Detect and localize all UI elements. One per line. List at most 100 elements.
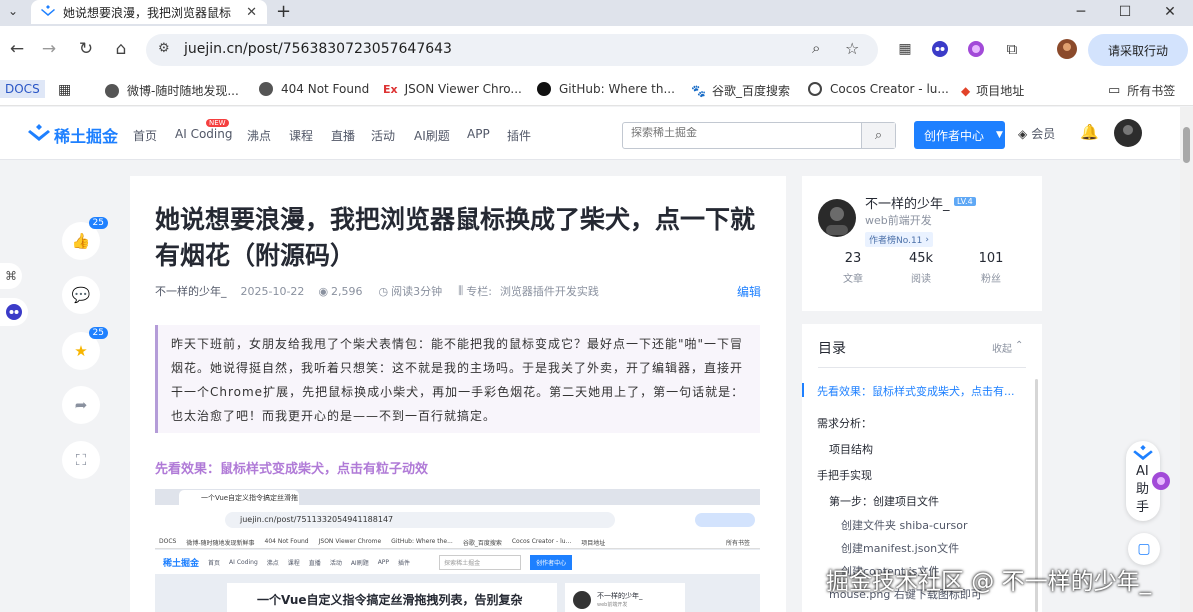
author-name[interactable]: 不一样的少年_ <box>865 193 950 212</box>
user-avatar[interactable] <box>1114 119 1142 151</box>
extension-brain-icon[interactable] <box>961 34 991 64</box>
minimize-icon[interactable]: ─ <box>1059 0 1103 24</box>
nav-live[interactable]: 直播 <box>331 127 355 144</box>
nav-plugins[interactable]: 插件 <box>507 127 531 144</box>
extension-doubao-icon[interactable] <box>925 34 955 64</box>
site-info-icon[interactable]: ⚙ <box>158 41 170 56</box>
article-title: 她说想要浪漫，我把浏览器鼠标换成了柴犬，点一下就有烟花（附源码） <box>155 205 756 270</box>
gitlab-icon: ◆ <box>961 83 971 98</box>
tab-strip: ⌄ 她说想要浪漫，我把浏览器鼠标 ✕ + ─ ☐ ✕ <box>0 0 1193 26</box>
extensions-puzzle-icon[interactable]: ⧉ <box>997 34 1027 64</box>
globe-icon <box>105 83 119 98</box>
juejin-logo[interactable]: 稀土掘金 <box>28 123 118 147</box>
chevron-down-icon[interactable]: ▼ <box>996 130 1003 140</box>
bookmark-weibo[interactable]: 微博-随时随地发现... <box>105 82 239 99</box>
nav-pins[interactable]: 沸点 <box>247 127 271 144</box>
stat-followers[interactable]: 101 粉丝 <box>976 251 1006 285</box>
site-search: ⌕ <box>622 122 896 149</box>
forward-icon[interactable]: → <box>34 34 64 64</box>
apps-grid-icon[interactable]: ▦ <box>58 82 71 98</box>
bookmark-project[interactable]: ◆ 项目地址 <box>961 82 1024 99</box>
author-rank-badge[interactable]: 作者榜No.11 › <box>865 232 934 247</box>
notification-bell-icon[interactable]: 🔔 <box>1080 123 1099 141</box>
toc-item[interactable]: 项目结构 <box>829 441 873 457</box>
nav-ai-practice[interactable]: AI刷题 <box>414 127 450 144</box>
demo-screenshot: 一个Vue自定义指令搞定丝滑拖 juejin.cn/post/751133205… <box>155 489 760 612</box>
fullscreen-button[interactable]: ⛶ <box>62 441 100 479</box>
maximize-icon[interactable]: ☐ <box>1103 0 1147 24</box>
toc-item[interactable]: 第一步：创建项目文件 <box>829 493 939 509</box>
page-scrollbar[interactable] <box>1180 107 1193 612</box>
search-input[interactable] <box>631 127 851 139</box>
collect-button[interactable]: ★ 25 <box>62 327 108 370</box>
section-heading: 先看效果：鼠标样式变成柴犬，点击有粒子动效 <box>155 462 429 477</box>
comment-button[interactable]: 💬 <box>62 276 100 314</box>
creator-center-button[interactable]: 创作者中心 ▼ <box>914 121 1005 149</box>
nav-home[interactable]: 首页 <box>133 127 157 144</box>
shot-avatar <box>573 591 591 609</box>
browser-tab[interactable]: 她说想要浪漫，我把浏览器鼠标 ✕ <box>31 0 267 24</box>
tab-search-chevron-icon[interactable]: ⌄ <box>8 4 18 18</box>
like-button[interactable]: 👍 25 <box>62 217 108 260</box>
toc-item[interactable]: 创建manifest.json文件 <box>841 540 959 556</box>
qr-code-icon[interactable]: ▦ <box>890 34 920 64</box>
bookmark-json-viewer[interactable]: Ex JSON Viewer Chro... <box>383 82 522 96</box>
zoom-icon[interactable]: ⌕ <box>812 39 820 57</box>
bookmark-cocos[interactable]: Cocos Creator - lu... <box>808 82 949 96</box>
article-meta: 不一样的少年_ 2025-10-22 ◉ 2,596 ◷ 阅读3分钟 ⫼ 专栏:… <box>155 283 599 299</box>
home-icon[interactable]: ⌂ <box>106 34 136 64</box>
clock-icon: ◷ <box>378 284 389 298</box>
toc-item[interactable]: 需求分析： <box>817 415 872 431</box>
edit-link[interactable]: 编辑 <box>737 283 761 300</box>
brain-extension-icon[interactable] <box>1151 471 1171 495</box>
back-icon[interactable]: ← <box>2 34 32 64</box>
toc-collapse-button[interactable]: 收起 ⌃ <box>992 340 1023 355</box>
tab-title: 她说想要浪漫，我把浏览器鼠标 <box>63 5 232 20</box>
bookmark-docs[interactable]: DOCS <box>0 80 45 98</box>
toc-item[interactable]: 先看效果：鼠标样式变成柴犬，点击有... <box>817 383 1015 399</box>
author-avatar[interactable] <box>818 199 856 241</box>
toc-active-marker <box>802 383 804 397</box>
member-shield-icon: ◈ <box>1018 126 1028 141</box>
folder-icon: ▭ <box>1108 83 1121 98</box>
search-icon[interactable]: ⌕ <box>861 123 895 148</box>
url-text: juejin.cn/post/7563830723057647643 <box>184 41 452 57</box>
new-tab-icon[interactable]: + <box>276 1 291 22</box>
author-link[interactable]: 不一样的少年_ <box>155 283 227 299</box>
sidebar-doubao-icon[interactable] <box>0 298 28 326</box>
column-link[interactable]: 浏览器插件开发实践 <box>500 283 599 299</box>
stat-articles[interactable]: 23 文章 <box>838 251 868 285</box>
cocos-icon <box>808 82 822 96</box>
sidebar-apps-icon[interactable]: ⌘ <box>0 263 22 289</box>
shot-site-header: 稀土掘金 首页 AI Coding 沸点 课程 直播 活动 AI刷题 APP 插… <box>155 550 760 574</box>
shot-profile <box>695 513 755 527</box>
nav-ai-coding[interactable]: AI Coding <box>175 127 232 141</box>
stat-views[interactable]: 45k 阅读 <box>906 251 936 285</box>
scrollbar-thumb[interactable] <box>1183 127 1190 163</box>
bookmark-baidu[interactable]: 🐾 谷歌_百度搜索 <box>691 82 790 99</box>
address-bar[interactable]: ⚙ juejin.cn/post/7563830723057647643 ⌕ ☆ <box>146 34 878 66</box>
bookmark-404[interactable]: 404 Not Found <box>259 82 369 96</box>
share-button[interactable]: ➦ <box>62 386 100 424</box>
bookmark-star-icon[interactable]: ☆ <box>845 39 859 58</box>
views-icon: ◉ <box>318 284 329 298</box>
like-count-badge: 25 <box>88 217 108 229</box>
profile-action-button[interactable]: 请采取行动 <box>1088 34 1188 66</box>
globe-icon <box>259 82 273 96</box>
shot-url: juejin.cn/post/7511332054941188147 <box>240 515 394 524</box>
bookmark-github[interactable]: GitHub: Where th... <box>537 82 675 96</box>
tab-close-icon[interactable]: ✕ <box>246 5 257 20</box>
window-close-icon[interactable]: ✕ <box>1148 0 1192 24</box>
profile-avatar[interactable] <box>1052 34 1082 64</box>
nav-app[interactable]: APP <box>467 127 490 141</box>
all-bookmarks[interactable]: ▭ 所有书签 <box>1108 82 1175 99</box>
nav-events[interactable]: 活动 <box>371 127 395 144</box>
member-link[interactable]: ◈ 会员 <box>1018 125 1055 142</box>
feedback-chat-icon[interactable]: ▢ <box>1128 533 1160 565</box>
reload-icon[interactable]: ↻ <box>71 34 101 64</box>
toc-item[interactable]: 创建文件夹 shiba-cursor <box>841 517 967 533</box>
watermark: 掘金技术社区 @ 不一样的少年_ <box>826 569 1152 595</box>
thumbs-up-icon: 👍 <box>71 232 91 250</box>
toc-item[interactable]: 手把手实现 <box>817 467 872 483</box>
nav-courses[interactable]: 课程 <box>289 127 313 144</box>
